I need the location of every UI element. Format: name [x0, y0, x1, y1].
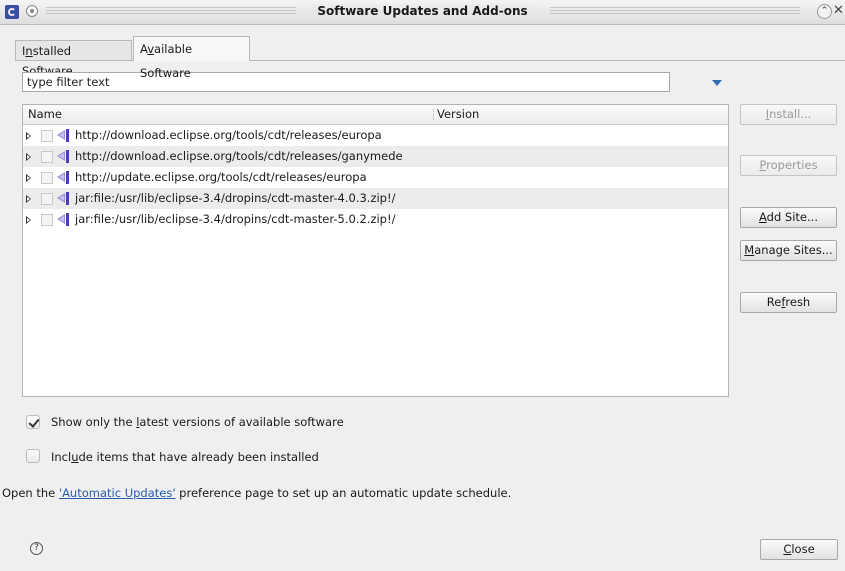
install-button[interactable]: Install... — [740, 104, 837, 125]
update-site-icon — [57, 129, 69, 142]
table-row[interactable]: http://update.eclipse.org/tools/cdt/rele… — [23, 167, 728, 188]
tab-available-software[interactable]: Available Software — [133, 36, 250, 80]
refresh-button[interactable]: Refresh — [740, 292, 837, 313]
row-checkbox[interactable] — [41, 214, 53, 226]
update-site-icon — [57, 213, 69, 226]
table-row[interactable]: http://download.eclipse.org/tools/cdt/re… — [23, 146, 728, 167]
row-label: http://download.eclipse.org/tools/cdt/re… — [75, 128, 382, 142]
include-installed-label[interactable]: Include items that have already been ins… — [51, 450, 319, 464]
expand-arrow-icon[interactable] — [26, 153, 31, 161]
close-button[interactable]: Close — [760, 539, 838, 560]
expand-arrow-icon[interactable] — [26, 132, 31, 140]
update-site-icon — [57, 150, 69, 163]
help-icon[interactable]: ? — [30, 542, 43, 555]
row-label: jar:file:/usr/lib/eclipse-3.4/dropins/cd… — [75, 191, 396, 205]
row-checkbox[interactable] — [41, 193, 53, 205]
update-site-icon — [57, 171, 69, 184]
close-window-button[interactable]: ✕ — [833, 3, 844, 18]
update-site-icon — [57, 192, 69, 205]
filter-input[interactable]: type filter text — [22, 72, 670, 92]
add-site-button[interactable]: Add Site... — [740, 207, 837, 228]
automatic-updates-hint: Open the 'Automatic Updates' preference … — [2, 486, 512, 500]
tab-installed-software[interactable]: Installed Software — [15, 40, 132, 78]
table-row[interactable]: jar:file:/usr/lib/eclipse-3.4/dropins/cd… — [23, 209, 728, 230]
table-header: Name Version — [23, 105, 728, 125]
manage-sites-button[interactable]: Manage Sites... — [740, 240, 837, 261]
column-header-name[interactable]: Name — [28, 107, 62, 121]
window-title: Software Updates and Add-ons — [0, 4, 845, 18]
row-label: jar:file:/usr/lib/eclipse-3.4/dropins/cd… — [75, 212, 396, 226]
expand-arrow-icon[interactable] — [26, 174, 31, 182]
latest-versions-checkbox[interactable] — [26, 415, 40, 429]
properties-button[interactable]: Properties — [740, 155, 837, 176]
expand-arrow-icon[interactable] — [26, 195, 31, 203]
row-label: http://download.eclipse.org/tools/cdt/re… — [75, 149, 403, 163]
sites-tree-table[interactable]: Name Version http://download.eclipse.org… — [22, 104, 729, 397]
row-label: http://update.eclipse.org/tools/cdt/rele… — [75, 170, 367, 184]
expand-arrow-icon[interactable] — [26, 216, 31, 224]
maximize-button[interactable]: ⌃ — [817, 4, 832, 19]
filter-dropdown-icon[interactable] — [712, 80, 722, 86]
row-checkbox[interactable] — [41, 151, 53, 163]
title-bar: Software Updates and Add-ons ⌃ ✕ — [0, 0, 845, 25]
automatic-updates-link[interactable]: 'Automatic Updates' — [59, 486, 176, 500]
column-separator[interactable] — [433, 109, 434, 120]
row-checkbox[interactable] — [41, 172, 53, 184]
table-row[interactable]: http://download.eclipse.org/tools/cdt/re… — [23, 125, 728, 146]
maximize-icon: ⌃ — [820, 6, 829, 16]
close-icon: ✕ — [833, 3, 844, 18]
table-row[interactable]: jar:file:/usr/lib/eclipse-3.4/dropins/cd… — [23, 188, 728, 209]
latest-versions-label[interactable]: Show only the latest versions of availab… — [51, 415, 344, 429]
include-installed-checkbox[interactable] — [26, 449, 40, 463]
column-header-version[interactable]: Version — [437, 107, 479, 121]
row-checkbox[interactable] — [41, 130, 53, 142]
